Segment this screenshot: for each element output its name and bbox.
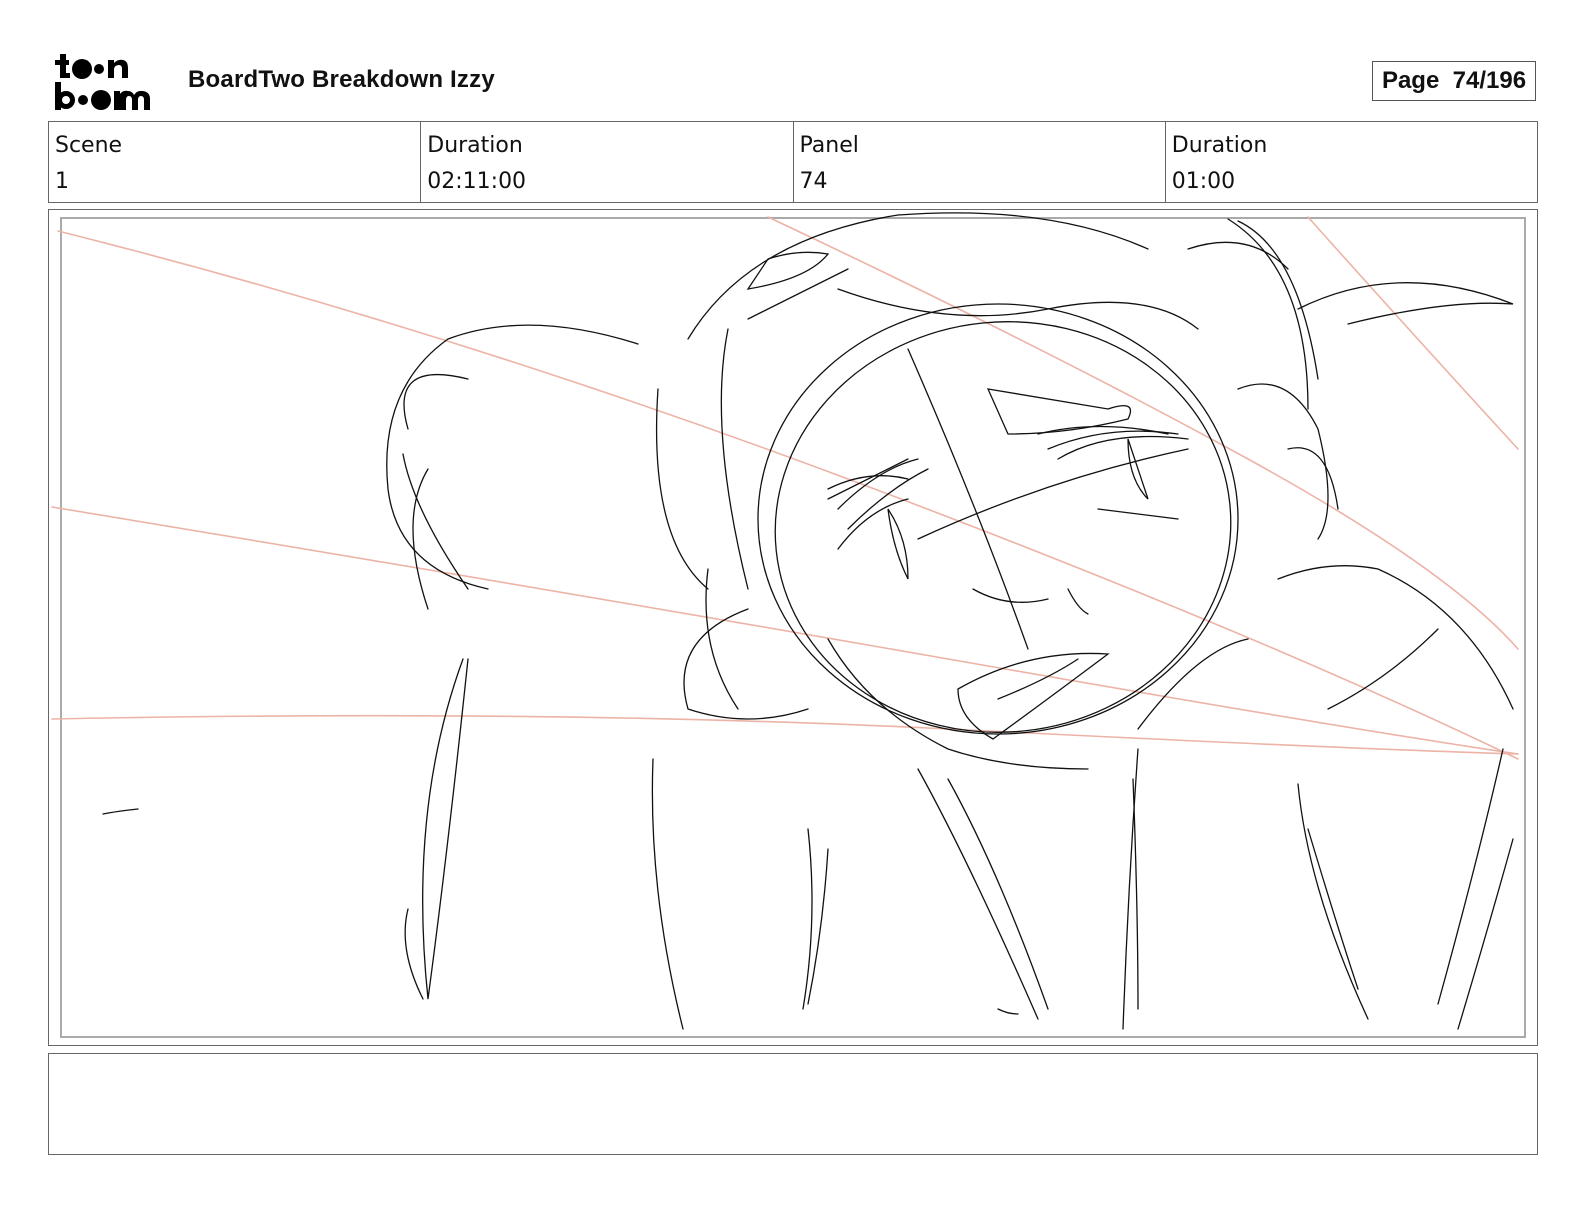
scene-duration-cell: Duration 02:11:00 <box>421 122 794 202</box>
scene-cell: Scene 1 <box>49 122 422 202</box>
panel-duration-value: 01:00 <box>1171 169 1236 194</box>
document-title: BoardTwo Breakdown Izzy <box>188 66 495 93</box>
panel-duration-label: Duration <box>1171 133 1268 158</box>
panel-label: Panel <box>799 133 859 158</box>
panel-info-table: Scene 1 Duration 02:11:00 Panel 74 Durat… <box>48 121 1538 203</box>
panel-notes-box <box>48 1053 1538 1155</box>
panel-value: 74 <box>799 169 828 194</box>
page-label: Page <box>1381 67 1440 94</box>
panel-duration-cell: Duration 01:00 <box>1166 122 1537 202</box>
character-sketch <box>102 212 1514 1030</box>
scene-label: Scene <box>55 133 123 158</box>
page-value: 74/196 <box>1452 67 1527 94</box>
scene-duration-value: 02:11:00 <box>427 169 527 194</box>
panel-cell: Panel 74 <box>794 122 1166 202</box>
storyboard-sketch <box>51 212 1519 1030</box>
scene-value: 1 <box>55 169 69 194</box>
page-indicator: Page 74/196 <box>1372 61 1536 101</box>
toon-boom-logo <box>55 54 150 110</box>
scene-duration-label: Duration <box>427 133 523 158</box>
